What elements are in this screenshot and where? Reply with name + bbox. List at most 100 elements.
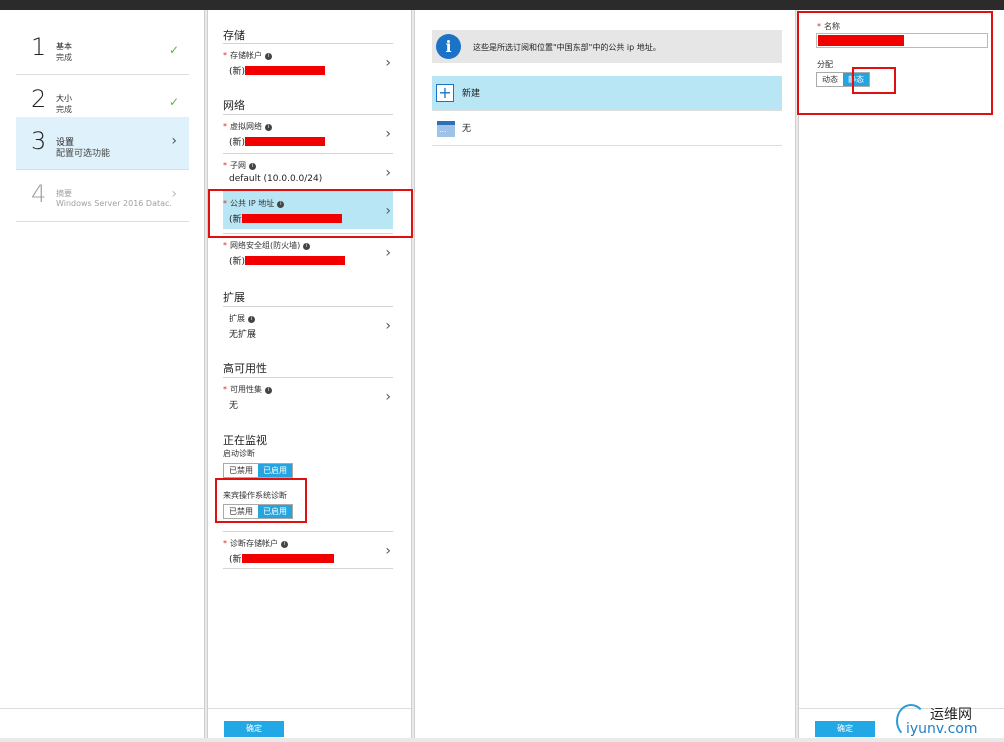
step-subtitle: Windows Server 2016 Datac... [56,199,171,208]
annotation-box [208,189,413,238]
row-label: 新建 [462,89,481,99]
storage-account-field[interactable]: * 存储帐户 i (新) › [223,43,393,81]
redaction-bar [245,256,346,265]
chevron-right-icon: › [385,543,391,559]
field-label: 扩展 i [229,313,255,324]
info-icon[interactable]: i [265,53,272,60]
step-number: 1 [31,33,47,61]
required-marker: * [223,539,227,548]
field-label-text: 扩展 [229,314,245,323]
ok-button[interactable]: 确定 [815,721,875,737]
info-icon[interactable]: i [281,541,288,548]
info-text: 这些是所选订阅和位置"中国东部"中的公共 ip 地址。 [473,43,661,52]
chevron-right-icon: › [385,55,391,71]
availability-set-field[interactable]: * 可用性集 i 无 › [223,377,393,415]
create-new-ip-row[interactable]: + 新建 [432,76,782,111]
ok-button[interactable]: 确定 [224,721,284,737]
step-title: 摘要 [56,189,72,198]
chevron-right-icon: › [385,165,391,181]
step-subtitle: 完成 [56,53,72,62]
field-value: (新) [229,254,346,267]
info-icon[interactable]: i [265,387,272,394]
info-icon[interactable]: i [249,163,256,170]
field-label: * 存储帐户 i [223,50,272,61]
step-number: 4 [31,180,47,208]
step-title: 基本 [56,42,72,51]
no-ip-row[interactable]: 无 [432,111,782,146]
step-subtitle: 配置可选功能 [56,149,111,159]
step-basics[interactable]: 1 基本 完成 ✓ [16,23,189,75]
field-label: * 虚拟网络 i [223,121,272,132]
field-value-text: (新) [229,257,246,267]
field-label: * 诊断存储帐户 i [223,538,288,549]
section-availability-title: 高可用性 [223,362,267,375]
divider [208,708,411,709]
ip-config-blade: * 名称 分配 动态 静态 确定 [797,10,1004,738]
row-label: 无 [462,124,472,134]
info-icon: i [436,34,461,59]
chevron-right-icon: › [171,186,177,202]
annotation-box [797,11,993,115]
step-summary[interactable]: 4 摘要 Windows Server 2016 Datac... › [16,170,189,222]
field-label-text: 虚拟网络 [230,122,262,131]
subnet-field[interactable]: * 子网 i default (10.0.0.0/24) › [223,153,393,191]
toggle-enabled-option[interactable]: 已启用 [258,464,292,477]
vnet-field[interactable]: * 虚拟网络 i (新) › [223,114,393,152]
chevron-right-icon: › [385,389,391,405]
chevron-right-icon: › [385,318,391,334]
field-label-text: 可用性集 [230,385,262,394]
step-subtitle: 完成 [56,105,72,114]
redaction-bar [241,554,334,563]
section-monitoring-title: 正在监视 [223,434,267,447]
redaction-bar [245,137,326,146]
field-value: (新) [229,135,326,148]
check-icon: ✓ [168,43,179,57]
chevron-right-icon: › [171,133,177,149]
field-value: 无扩展 [229,330,257,340]
steps-blade: 1 基本 完成 ✓ 2 大小 完成 ✓ 3 设置 配置可选功能 › 4 摘要 W… [0,10,205,738]
annotation-box [215,478,307,523]
settings-blade: 存储 * 存储帐户 i (新) › 网络 * 虚拟网络 i (新) › * 子网 i def… [207,10,413,738]
field-label-text: 网络安全组(防火墙) [230,241,301,250]
info-icon[interactable]: i [265,124,272,131]
redaction-bar [245,66,326,75]
step-number: 3 [31,127,47,155]
required-marker: * [223,385,227,394]
field-label: * 网络安全组(防火墙) i [223,240,311,251]
no-ip-icon [437,121,455,137]
field-label: * 可用性集 i [223,384,272,395]
check-icon: ✓ [168,95,179,109]
section-network-title: 网络 [223,99,245,112]
top-bar [0,0,1004,10]
info-icon[interactable]: i [248,316,255,323]
field-value: (新 [229,552,334,565]
plus-icon: + [436,84,454,102]
field-value-text: (新 [229,555,242,565]
info-banner: i 这些是所选订阅和位置"中国东部"中的公共 ip 地址。 [432,30,782,63]
required-marker: * [223,241,227,250]
field-label-text: 子网 [230,161,246,170]
divider [223,568,393,569]
toggle-disabled-option[interactable]: 已禁用 [224,464,258,477]
field-value: (新) [229,64,326,77]
watermark-bottom-text: iyunv.com [906,721,978,737]
nsg-field[interactable]: * 网络安全组(防火墙) i (新) › [223,233,393,271]
public-ip-blade: i 这些是所选订阅和位置"中国东部"中的公共 ip 地址。 + 新建 无 [414,10,796,738]
field-value: 无 [229,401,239,411]
required-marker: * [223,122,227,131]
field-value: default (10.0.0.0/24) [229,174,323,184]
step-title: 大小 [56,94,72,103]
chevron-right-icon: › [385,245,391,261]
field-label-text: 存储帐户 [230,51,262,60]
required-marker: * [223,51,227,60]
field-value-text: (新) [229,67,246,77]
step-settings[interactable]: 3 设置 配置可选功能 › [16,117,189,170]
extensions-field[interactable]: 扩展 i 无扩展 › [223,306,393,344]
field-label: * 子网 i [223,160,256,171]
diagnostics-storage-field[interactable]: * 诊断存储帐户 i (新 › [223,531,393,569]
boot-diagnostics-toggle: 已禁用 已启用 [223,463,293,478]
required-marker: * [223,161,227,170]
section-storage-title: 存储 [223,29,245,42]
chevron-right-icon: › [385,126,391,142]
info-icon[interactable]: i [303,243,311,250]
